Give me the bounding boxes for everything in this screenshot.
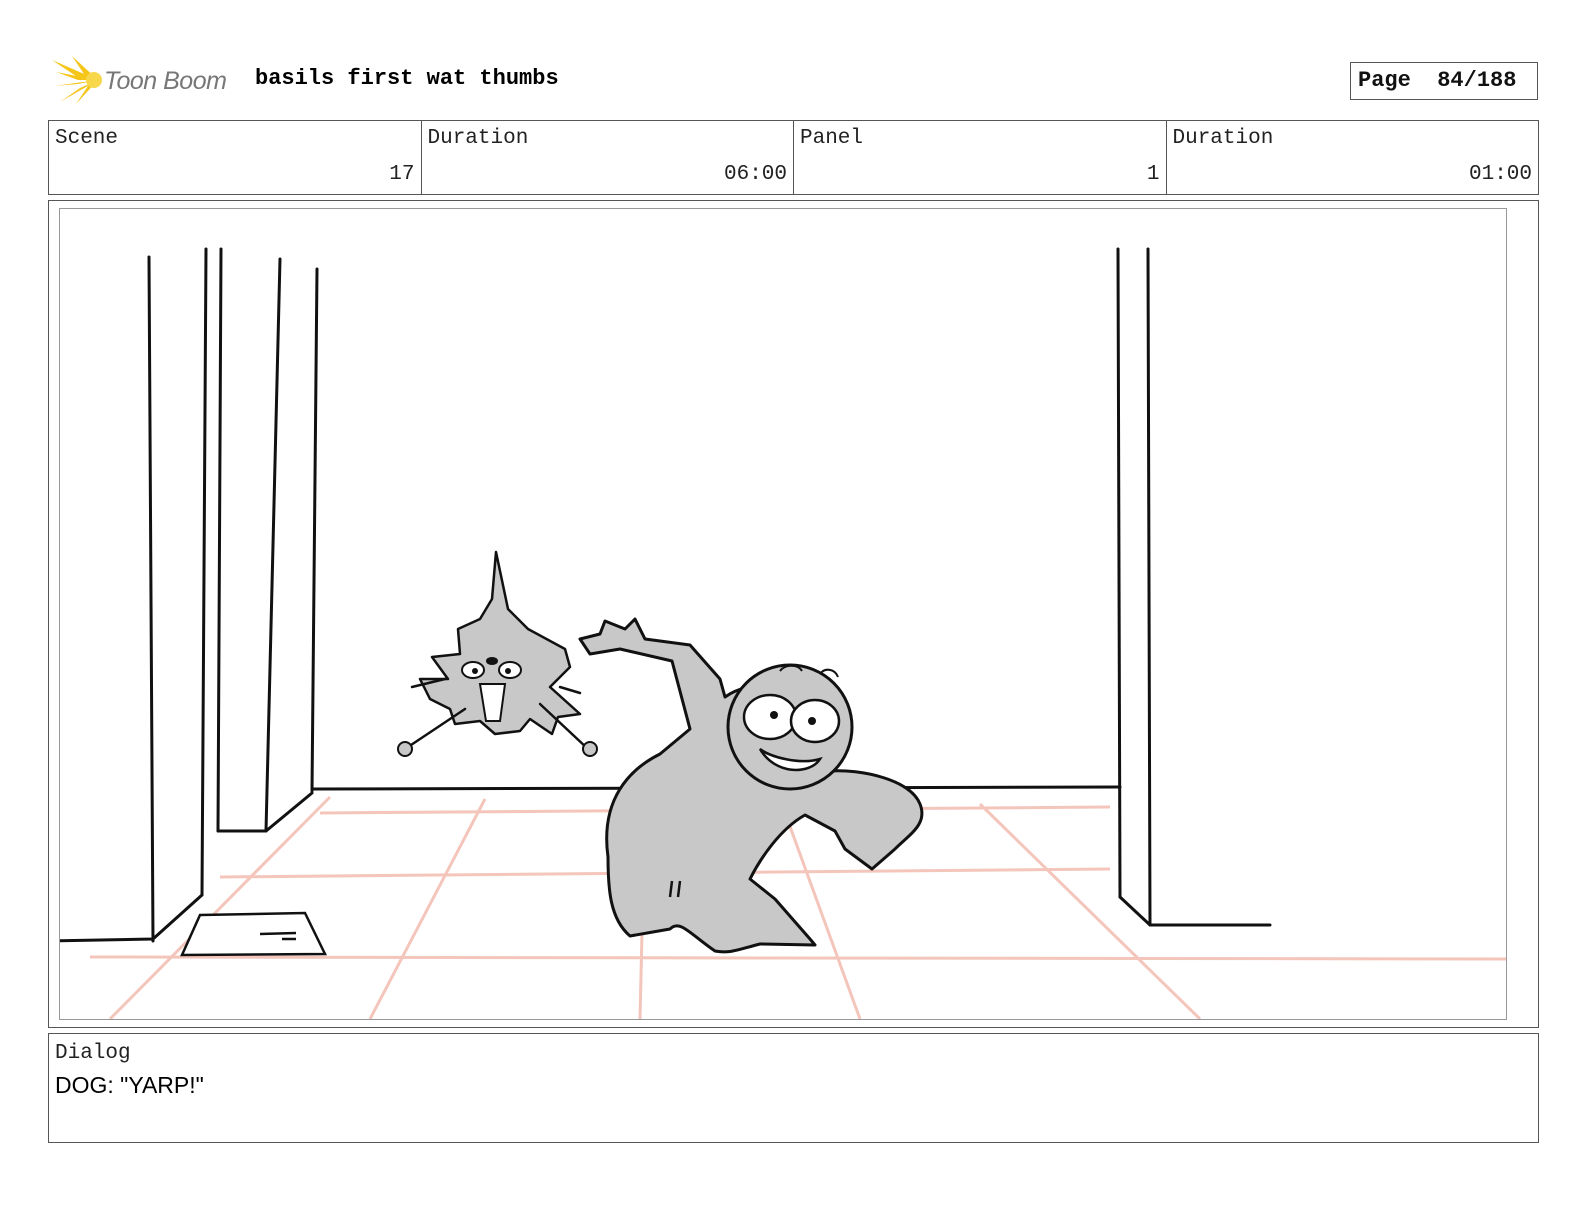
document-title: basils first wat thumbs: [255, 66, 559, 91]
panel-info-row: Scene 17 Duration 06:00 Panel 1 Duration…: [48, 120, 1539, 195]
panel-duration-value: 01:00: [1468, 163, 1532, 186]
scene-duration-label: Duration: [427, 127, 529, 150]
dialog-box: Dialog DOG: "YARP!": [48, 1033, 1539, 1143]
paper-on-floor: [180, 911, 327, 957]
scene-cell: Scene 17: [49, 121, 422, 194]
scene-value: 17: [389, 163, 415, 186]
toon-boom-logo: Toon Boom: [50, 54, 240, 106]
boy-character: [578, 617, 924, 954]
page-indicator: Page 84/188: [1350, 62, 1538, 100]
panel-duration-label: Duration: [1172, 127, 1274, 150]
scene-duration-value: 06:00: [723, 163, 787, 186]
panel-duration-cell: Duration 01:00: [1167, 121, 1539, 194]
panel-cell: Panel 1: [794, 121, 1167, 194]
dialog-label: Dialog: [55, 1042, 131, 1065]
panel-sketch: [60, 247, 1506, 1019]
dog-character: [397, 550, 598, 757]
floor-grid: [89, 795, 1506, 1019]
brand-name: Toon Boom: [104, 67, 227, 95]
scene-label: Scene: [55, 127, 119, 150]
storyboard-header: Toon Boom basils first wat thumbs Page 8…: [50, 52, 1540, 108]
panel-drawing-area: [59, 208, 1507, 1020]
dialog-text: DOG: "YARP!": [55, 1072, 204, 1098]
page-number: 84/188: [1437, 68, 1517, 93]
panel-value: 1: [1146, 163, 1160, 186]
storyboard-panel: [48, 200, 1539, 1028]
starburst-icon: [52, 56, 102, 104]
page-label: Page: [1358, 68, 1411, 93]
scene-duration-cell: Duration 06:00: [422, 121, 794, 194]
panel-label: Panel: [800, 127, 864, 150]
